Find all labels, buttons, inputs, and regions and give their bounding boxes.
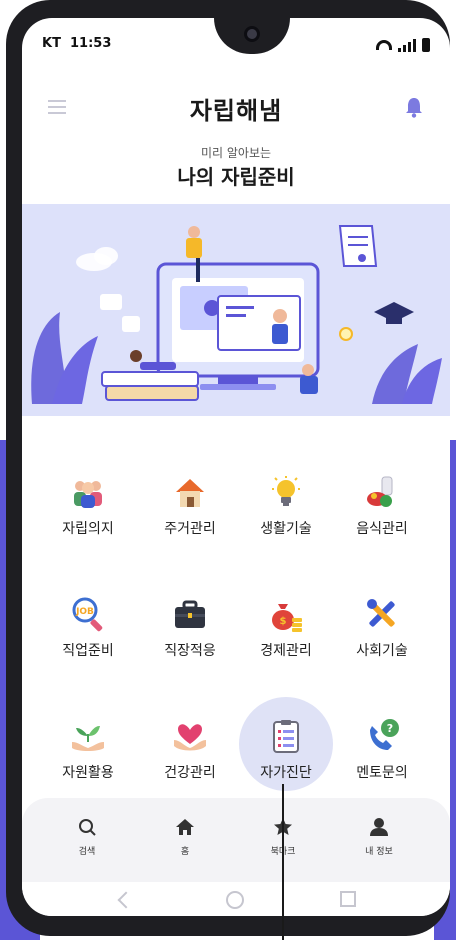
menu-item-mentor[interactable]: ? 멘토문의 (334, 702, 430, 802)
tab-home[interactable]: 홈 (150, 816, 220, 857)
menu-label: 멘토문의 (356, 765, 408, 781)
status-icons (376, 38, 430, 52)
menu-label: 직장적응 (164, 643, 216, 659)
svg-text:JOB: JOB (75, 607, 94, 617)
app-screen: KT 11:53 자립해냄 미리 알아보는 나의 자립준비 자립의지 주거관리 … (22, 18, 450, 916)
clock: 11:53 (70, 36, 112, 51)
back-icon[interactable] (117, 891, 135, 909)
menu-label: 주거관리 (164, 521, 216, 537)
carrier-label: KT (42, 36, 61, 51)
menu-label: 경제관리 (260, 643, 312, 659)
menu-label: 건강관리 (164, 765, 216, 781)
menu-item-life-skills[interactable]: 생활기술 (238, 458, 334, 558)
menu-label: 자가진단 (260, 765, 312, 781)
svg-text:?: ? (387, 722, 393, 735)
tab-label: 홈 (180, 847, 190, 857)
food-icon (364, 474, 400, 510)
search-icon (76, 816, 98, 838)
lightbulb-icon (268, 474, 304, 510)
bell-icon[interactable] (404, 96, 424, 118)
home-icon (174, 816, 196, 838)
menu-label: 생활기술 (260, 521, 312, 537)
tab-search[interactable]: 검색 (52, 816, 122, 857)
tab-my-info[interactable]: 내 정보 (344, 816, 414, 857)
signal-icon (398, 38, 416, 52)
app-title: 자립해냄 (189, 97, 283, 125)
menu-label: 자립의지 (62, 521, 114, 537)
home-circle-icon[interactable] (226, 891, 244, 909)
system-nav-bar (22, 882, 450, 916)
menu-item-social[interactable]: 사회기술 (334, 580, 430, 680)
tab-label: 내 정보 (365, 847, 393, 857)
banner-illustration (22, 204, 450, 416)
recent-apps-icon[interactable] (340, 891, 356, 907)
wifi-icon (376, 40, 392, 50)
menu-item-independence[interactable]: 자립의지 (40, 458, 136, 558)
menu-label: 자원활용 (62, 765, 114, 781)
person-icon (368, 816, 390, 838)
bottom-tab-bar: 검색 홈 북마크 내 정보 (22, 798, 450, 882)
tools-icon (364, 596, 400, 632)
menu-label: 음식관리 (356, 521, 408, 537)
job-search-icon: JOB (70, 596, 106, 632)
battery-icon (422, 38, 430, 52)
menu-item-health[interactable]: 건강관리 (142, 702, 238, 802)
heart-hands-icon (172, 718, 208, 754)
tab-label: 검색 (78, 847, 96, 857)
phone-frame: KT 11:53 자립해냄 미리 알아보는 나의 자립준비 자립의지 주거관리 … (6, 0, 450, 936)
svg-text:$: $ (280, 616, 287, 627)
app-header: 자립해냄 (22, 76, 450, 136)
page-title: 나의 자립준비 (177, 165, 295, 189)
menu-item-job-prep[interactable]: JOB 직업준비 (40, 580, 136, 680)
menu-item-food[interactable]: 음식관리 (334, 458, 430, 558)
menu-label: 직업준비 (62, 643, 114, 659)
phone-question-icon: ? (364, 718, 400, 754)
menu-item-workplace[interactable]: 직장적응 (142, 580, 238, 680)
menu-item-housing[interactable]: 주거관리 (142, 458, 238, 558)
callout-pointer-line (282, 784, 284, 940)
plant-hands-icon (70, 718, 106, 754)
checklist-icon (268, 718, 304, 754)
status-carrier-time: KT 11:53 (42, 36, 111, 51)
intro-subtitle: 미리 알아보는 (200, 146, 272, 160)
camera-icon (244, 26, 260, 42)
menu-item-self-diagnosis[interactable]: 자가진단 (238, 697, 334, 802)
house-icon (172, 474, 208, 510)
money-bag-icon: $ (268, 596, 304, 632)
briefcase-icon (172, 596, 208, 632)
menu-item-resources[interactable]: 자원활용 (40, 702, 136, 802)
menu-item-finance[interactable]: $ 경제관리 (238, 580, 334, 680)
people-group-icon (70, 474, 106, 510)
menu-label: 사회기술 (356, 643, 408, 659)
study-illustration (31, 225, 442, 404)
